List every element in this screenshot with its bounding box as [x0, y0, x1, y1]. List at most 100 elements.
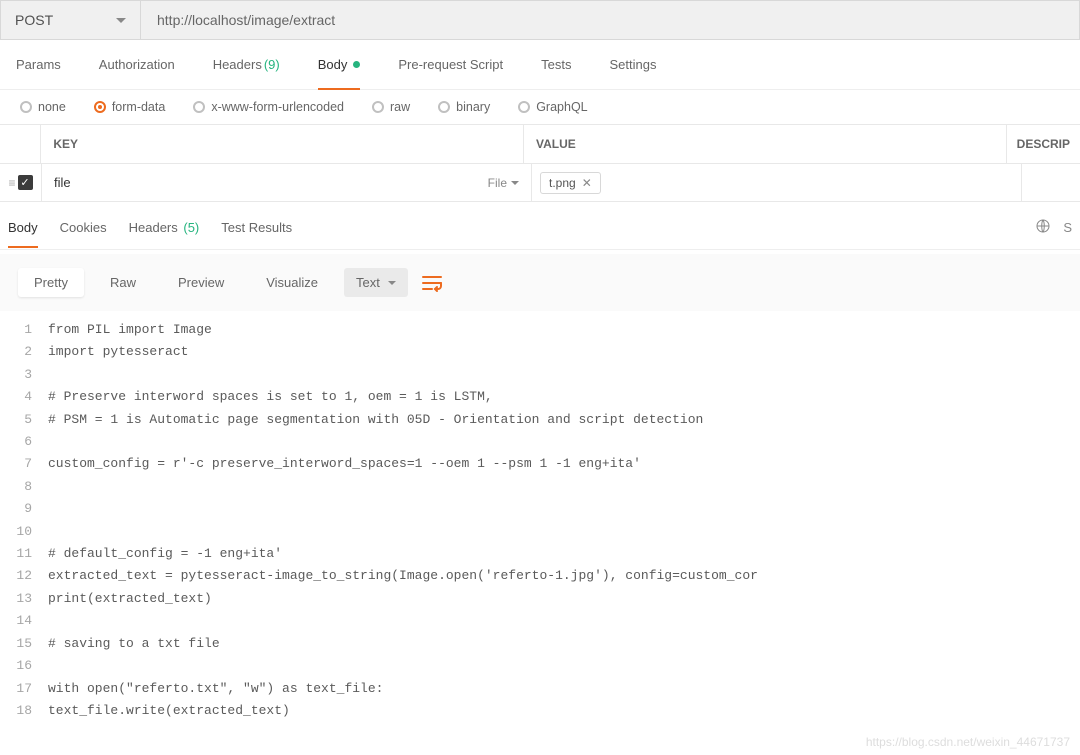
tab-body-label: Body: [318, 57, 348, 72]
response-body-code[interactable]: 1from PIL import Image2import pytesserac…: [0, 311, 1080, 722]
resp-tab-headers-label: Headers: [129, 220, 178, 235]
content-type-label: Text: [356, 275, 380, 290]
radio-form-data-label: form-data: [112, 100, 166, 114]
http-method-label: POST: [15, 12, 53, 28]
radio-x-www[interactable]: x-www-form-urlencoded: [193, 100, 344, 114]
watermark: https://blog.csdn.net/weixin_44671737: [866, 735, 1070, 749]
code-line: 14: [0, 610, 1080, 632]
radio-none[interactable]: none: [20, 100, 66, 114]
line-number: 8: [0, 476, 48, 498]
radio-form-data[interactable]: form-data: [94, 100, 166, 114]
line-number: 16: [0, 655, 48, 677]
tab-params[interactable]: Params: [16, 40, 61, 89]
radio-raw-label: raw: [390, 100, 410, 114]
line-number: 4: [0, 386, 48, 408]
headers-count-badge: (9): [264, 57, 280, 72]
code-text: extracted_text = pytesseract-image_to_st…: [48, 565, 758, 587]
response-tabs-row: Body Cookies Headers (5) Test Results S: [0, 206, 1080, 250]
radio-icon: [193, 101, 205, 113]
remove-file-icon[interactable]: ✕: [582, 176, 592, 190]
line-number: 12: [0, 565, 48, 587]
save-indicator: S: [1063, 220, 1072, 235]
radio-none-label: none: [38, 100, 66, 114]
row-checkbox[interactable]: ✓: [18, 175, 33, 190]
code-line: 2import pytesseract: [0, 341, 1080, 363]
code-line: 3: [0, 364, 1080, 386]
line-number: 17: [0, 678, 48, 700]
resp-tab-cookies[interactable]: Cookies: [60, 208, 107, 247]
tab-body[interactable]: Body: [318, 40, 361, 89]
code-line: 4# Preserve interword spaces is set to 1…: [0, 386, 1080, 408]
kv-row: ≡ ✓ file File t.png ✕: [0, 164, 1080, 202]
tab-tests[interactable]: Tests: [541, 40, 571, 89]
code-line: 18text_file.write(extracted_text): [0, 700, 1080, 722]
code-line: 9: [0, 498, 1080, 520]
code-line: 5# PSM = 1 is Automatic page segmentatio…: [0, 409, 1080, 431]
url-input[interactable]: [141, 1, 1079, 39]
view-preview[interactable]: Preview: [162, 268, 240, 297]
line-number: 9: [0, 498, 48, 520]
radio-raw[interactable]: raw: [372, 100, 410, 114]
chevron-down-icon: [116, 18, 126, 23]
radio-icon: [372, 101, 384, 113]
line-number: 13: [0, 588, 48, 610]
code-line: 6: [0, 431, 1080, 453]
tab-headers[interactable]: Headers (9): [213, 40, 280, 89]
url-bar: POST: [0, 0, 1080, 40]
line-number: 7: [0, 453, 48, 475]
code-text: # Preserve interword spaces is set to 1,…: [48, 386, 493, 408]
line-number: 1: [0, 319, 48, 341]
code-text: # default_config = -1 eng+ita': [48, 543, 282, 565]
resp-tab-test-results[interactable]: Test Results: [221, 208, 292, 247]
tab-settings[interactable]: Settings: [609, 40, 656, 89]
radio-binary[interactable]: binary: [438, 100, 490, 114]
radio-x-www-label: x-www-form-urlencoded: [211, 100, 344, 114]
resp-tab-headers[interactable]: Headers (5): [129, 208, 200, 247]
view-raw[interactable]: Raw: [94, 268, 152, 297]
radio-icon: [20, 101, 32, 113]
kv-value-cell[interactable]: t.png ✕: [532, 164, 1022, 201]
kv-key-cell[interactable]: file File: [42, 164, 532, 201]
line-number: 11: [0, 543, 48, 565]
tab-prerequest[interactable]: Pre-request Script: [398, 40, 503, 89]
response-toolbar: Pretty Raw Preview Visualize Text: [0, 254, 1080, 311]
kv-gutter: [0, 125, 41, 163]
resp-headers-count-badge: (5): [183, 220, 199, 235]
body-type-row: none form-data x-www-form-urlencoded raw…: [0, 90, 1080, 124]
resp-tab-body[interactable]: Body: [8, 208, 38, 247]
radio-graphql[interactable]: GraphQL: [518, 100, 587, 114]
code-text: # saving to a txt file: [48, 633, 220, 655]
code-line: 1from PIL import Image: [0, 319, 1080, 341]
kv-key-text: file: [54, 175, 71, 190]
tab-authorization[interactable]: Authorization: [99, 40, 175, 89]
line-number: 3: [0, 364, 48, 386]
kv-desc-header: DESCRIP: [1007, 125, 1080, 163]
tab-headers-label: Headers: [213, 57, 262, 72]
reorder-icon[interactable]: ≡: [8, 176, 15, 190]
line-number: 18: [0, 700, 48, 722]
code-text: # PSM = 1 is Automatic page segmentation…: [48, 409, 703, 431]
view-pretty[interactable]: Pretty: [18, 268, 84, 297]
wrap-lines-icon[interactable]: [418, 269, 446, 297]
code-text: with open("referto.txt", "w") as text_fi…: [48, 678, 383, 700]
view-visualize[interactable]: Visualize: [250, 268, 334, 297]
http-method-select[interactable]: POST: [1, 1, 141, 39]
kv-desc-cell[interactable]: [1022, 164, 1080, 201]
kv-type-label: File: [488, 176, 507, 190]
line-number: 15: [0, 633, 48, 655]
code-text: from PIL import Image: [48, 319, 212, 341]
kv-type-select[interactable]: File: [488, 176, 519, 190]
radio-binary-label: binary: [456, 100, 490, 114]
file-chip: t.png ✕: [540, 172, 601, 194]
code-line: 12extracted_text = pytesseract-image_to_…: [0, 565, 1080, 587]
kv-row-toggle-cell: ≡ ✓: [0, 164, 42, 201]
code-line: 8: [0, 476, 1080, 498]
globe-icon[interactable]: [1035, 218, 1051, 237]
radio-graphql-label: GraphQL: [536, 100, 587, 114]
kv-key-header: KEY: [41, 125, 524, 163]
code-line: 13print(extracted_text): [0, 588, 1080, 610]
kv-value-header: VALUE: [524, 125, 1007, 163]
content-type-select[interactable]: Text: [344, 268, 408, 297]
code-line: 15# saving to a txt file: [0, 633, 1080, 655]
line-number: 2: [0, 341, 48, 363]
